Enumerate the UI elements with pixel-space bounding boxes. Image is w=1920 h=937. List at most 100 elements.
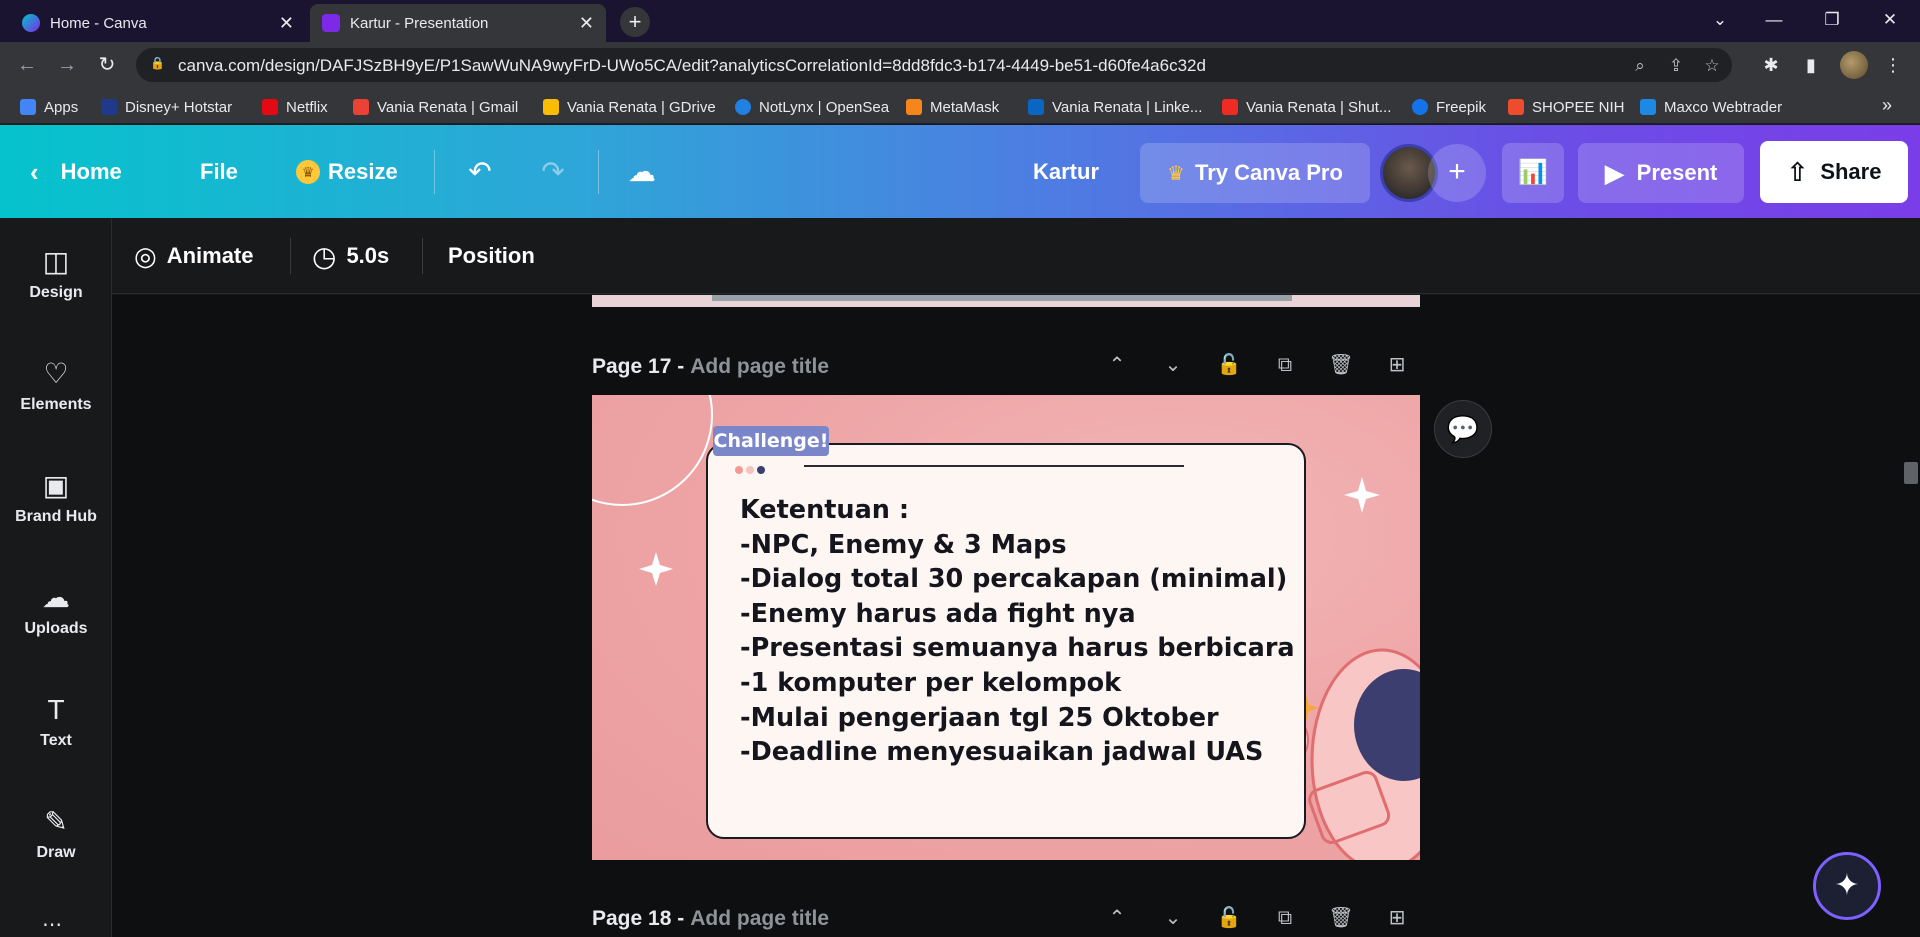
pen-icon: ✎ <box>44 806 68 837</box>
share-page-icon[interactable]: ⇪ <box>1666 56 1686 76</box>
chevron-up-icon[interactable]: ⌃ <box>1102 350 1132 380</box>
tab-search-icon[interactable]: ⌄ <box>1692 0 1748 42</box>
sparkle-icon <box>1344 477 1380 513</box>
add-collaborator-button[interactable]: + <box>1428 144 1486 202</box>
hotstar-icon <box>101 99 117 115</box>
profile-avatar[interactable] <box>1840 51 1868 79</box>
page-number: Page 17 - <box>592 355 685 378</box>
bookmark-metamask[interactable]: MetaMask <box>906 96 999 118</box>
duration-button[interactable]: ◷ 5.0s <box>312 240 389 272</box>
header-divider <box>598 150 599 194</box>
delete-page-icon[interactable]: 🗑 <box>1326 350 1356 380</box>
challenge-badge[interactable]: Challenge! <box>713 426 829 456</box>
add-page-icon[interactable]: ⊞ <box>1382 350 1412 380</box>
freepik-icon <box>1412 99 1428 115</box>
delete-page-icon[interactable]: 🗑 <box>1326 903 1356 933</box>
browser-tab-strip: Home - Canva ✕ Kartur - Presentation ✕ +… <box>0 0 1920 42</box>
rules-line: -Mulai pengerjaan tgl 25 Oktober <box>740 702 1219 733</box>
bookmark-apps[interactable]: Apps <box>20 96 78 118</box>
opensea-icon <box>735 99 751 115</box>
menu-dots-icon[interactable]: ⋮ <box>1880 52 1906 78</box>
sidebar-item-elements[interactable]: ♡ Elements <box>0 356 112 444</box>
bookmark-netflix[interactable]: Netflix <box>262 96 328 118</box>
url-text: canva.com/design/DAFJSzBH9yE/P1SawWuNA9w… <box>178 56 1206 75</box>
canva-favicon-icon <box>22 14 40 32</box>
previous-page-thumbnail[interactable] <box>592 295 1420 307</box>
page-title-input[interactable]: Add page title <box>690 907 829 931</box>
more-apps-icon[interactable]: ⋯ <box>42 915 70 935</box>
duplicate-page-icon[interactable]: ⧉ <box>1270 350 1300 380</box>
document-title[interactable]: Kartur <box>1033 151 1099 193</box>
rules-text[interactable]: Ketentuan : -NPC, Enemy & 3 Maps -Dialog… <box>740 493 1295 770</box>
cloud-saved-icon[interactable]: ☁ <box>624 155 660 191</box>
sidebar-item-text[interactable]: T Text <box>0 692 112 780</box>
duplicate-page-icon[interactable]: ⧉ <box>1270 903 1300 933</box>
sidebar-item-draw[interactable]: ✎ Draw <box>0 804 112 892</box>
more-bookmarks-icon[interactable]: » <box>1882 95 1892 116</box>
close-window-button[interactable]: ✕ <box>1862 0 1918 42</box>
bookmark-gmail[interactable]: Vania Renata | Gmail <box>353 96 518 118</box>
forward-icon[interactable]: → <box>52 50 82 80</box>
redo-icon[interactable]: ↷ <box>535 155 571 191</box>
close-tab-icon[interactable]: ✕ <box>579 13 594 34</box>
page-17-header: Page 17 - Add page title <box>592 352 829 382</box>
undo-icon[interactable]: ↶ <box>462 155 498 191</box>
position-button[interactable]: Position <box>448 240 535 272</box>
bookmark-shopee[interactable]: SHOPEE NIH <box>1508 96 1625 118</box>
page-title-input[interactable]: Add page title <box>690 355 829 379</box>
extensions-icon[interactable]: ✱ <box>1758 52 1784 78</box>
lock-page-icon[interactable]: 🔓 <box>1214 903 1244 933</box>
present-screen-icon: ▶ <box>1604 157 1625 188</box>
side-panel-icon[interactable]: ▮ <box>1798 52 1824 78</box>
close-tab-icon[interactable]: ✕ <box>279 13 294 34</box>
left-sidebar: ◫ Design ♡ Elements ▣ Brand Hub ☁ Upload… <box>0 218 112 937</box>
bookmark-linkedin[interactable]: Vania Renata | Linke... <box>1028 96 1202 118</box>
crown-icon: ♛ <box>1167 162 1185 185</box>
page-18-header: Page 18 - Add page title <box>592 904 829 934</box>
chevron-down-icon[interactable]: ⌄ <box>1158 903 1188 933</box>
analytics-icon[interactable]: 📊 <box>1502 143 1564 203</box>
tab-title: Kartur - Presentation <box>350 14 489 32</box>
browser-tab-home[interactable]: Home - Canva ✕ <box>10 4 306 42</box>
vertical-scrollbar[interactable] <box>1902 295 1920 937</box>
browser-tab-presentation[interactable]: Kartur - Presentation ✕ <box>310 4 606 42</box>
sidebar-item-design[interactable]: ◫ Design <box>0 244 112 332</box>
rules-line: -Deadline menyesuaikan jadwal UAS <box>740 737 1264 768</box>
chevron-down-icon[interactable]: ⌄ <box>1158 350 1188 380</box>
sidebar-item-brand-hub[interactable]: ▣ Brand Hub <box>0 468 112 556</box>
page-number: Page 18 - <box>592 907 685 930</box>
apps-grid-icon <box>20 99 36 115</box>
scrollbar-thumb[interactable] <box>1904 462 1918 484</box>
try-canva-pro-button[interactable]: ♛ Try Canva Pro <box>1140 143 1370 203</box>
restore-button[interactable]: ❐ <box>1804 0 1860 42</box>
bookmark-hotstar[interactable]: Disney+ Hotstar <box>101 96 232 118</box>
bookmark-gdrive[interactable]: Vania Renata | GDrive <box>543 96 716 118</box>
sidebar-item-uploads[interactable]: ☁ Uploads <box>0 580 112 668</box>
reload-icon[interactable]: ↻ <box>92 50 122 80</box>
share-button[interactable]: ⇧ Share <box>1760 141 1908 203</box>
chevron-up-icon[interactable]: ⌃ <box>1102 903 1132 933</box>
new-tab-button[interactable]: + <box>620 7 650 37</box>
minimize-button[interactable]: — <box>1746 0 1802 42</box>
home-button[interactable]: ‹ Home <box>30 151 122 193</box>
bookmark-shutterstock[interactable]: Vania Renata | Shut... <box>1222 96 1391 118</box>
add-page-icon[interactable]: ⊞ <box>1382 903 1412 933</box>
bookmark-maxco[interactable]: Maxco Webtrader <box>1640 96 1782 118</box>
text-icon: T <box>47 694 65 725</box>
header-divider <box>434 150 435 194</box>
file-menu-button[interactable]: File <box>200 151 238 193</box>
animate-button[interactable]: ◎ Animate <box>134 240 253 272</box>
add-comment-button[interactable]: 💬 <box>1434 400 1492 458</box>
resize-button[interactable]: ♛ Resize <box>296 151 398 193</box>
rules-line: -Dialog total 30 percakapan (minimal) <box>740 564 1288 595</box>
lock-page-icon[interactable]: 🔓 <box>1214 350 1244 380</box>
slide-page-17[interactable]: Challenge! Ketentuan : -NPC, Enemy & 3 M… <box>592 395 1420 860</box>
present-button[interactable]: ▶ Present <box>1578 143 1744 203</box>
back-icon[interactable]: ← <box>12 50 42 80</box>
bookmark-freepik[interactable]: Freepik <box>1412 96 1486 118</box>
bookmark-star-icon[interactable]: ☆ <box>1702 56 1722 76</box>
magic-sparkle-button[interactable]: ✦ <box>1813 852 1881 920</box>
bookmark-opensea[interactable]: NotLynx | OpenSea <box>735 96 889 118</box>
address-bar[interactable]: 🔒 canva.com/design/DAFJSzBH9yE/P1SawWuNA… <box>136 48 1732 82</box>
zoom-icon[interactable]: ⌕ <box>1630 56 1650 76</box>
